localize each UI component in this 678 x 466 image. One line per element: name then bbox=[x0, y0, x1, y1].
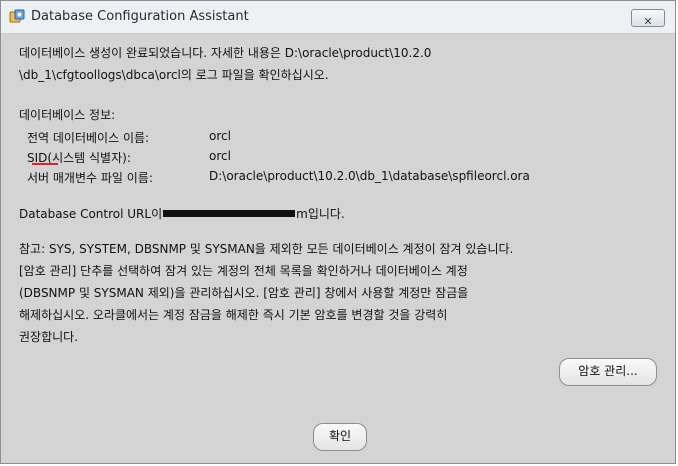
note-line-3: (DBSNMP 및 SYSMAN 제외)을 관리하십시오. [암호 관리] 창에… bbox=[19, 286, 469, 300]
param-file-label: 서버 매개변수 파일 이름: bbox=[27, 171, 153, 185]
note-line-5: 권장합니다. bbox=[19, 330, 79, 344]
note-line-4: 해제하십시오. 오라클에서는 계정 잠금을 해제한 즉시 기본 암호를 변경할 … bbox=[19, 308, 448, 322]
completion-message-line-2: \db_1\cfgtoollogs\dbca\orcl의 로그 파일을 확인하십… bbox=[19, 68, 329, 82]
note-line-2: [암호 관리] 단추를 선택하여 잠겨 있는 계정의 전체 목록을 확인하거나 … bbox=[19, 264, 468, 278]
sid-red-underline bbox=[32, 163, 58, 165]
global-db-name-label: 전역 데이터베이스 이름: bbox=[27, 131, 150, 145]
close-button[interactable]: ✕ bbox=[631, 9, 665, 28]
ok-button[interactable]: 확인 bbox=[313, 423, 367, 451]
dbca-app-icon bbox=[9, 9, 25, 23]
close-icon: ✕ bbox=[643, 15, 653, 28]
control-url-prefix: Database Control URL이 bbox=[19, 207, 163, 221]
sid-value: orcl bbox=[209, 149, 231, 163]
redacted-url bbox=[163, 210, 296, 217]
password-management-button[interactable]: 암호 관리... bbox=[559, 358, 657, 386]
title-bar[interactable]: Database Configuration Assistant ✕ bbox=[1, 1, 675, 34]
dbca-dialog: Database Configuration Assistant ✕ 데이터베이… bbox=[0, 0, 676, 464]
control-url-suffix: m입니다. bbox=[296, 207, 345, 221]
global-db-name-value: orcl bbox=[209, 129, 231, 143]
completion-message-line-1: 데이터베이스 생성이 완료되었습니다. 자세한 내용은 D:\oracle\pr… bbox=[19, 46, 432, 60]
control-url-line: Database Control URL이 m입니다. bbox=[19, 205, 345, 222]
window-title: Database Configuration Assistant bbox=[31, 9, 249, 24]
param-file-value: D:\oracle\product\10.2.0\db_1\database\s… bbox=[209, 169, 530, 183]
db-info-heading: 데이터베이스 정보: bbox=[19, 108, 116, 122]
note-line-1: 참고: SYS, SYSTEM, DBSNMP 및 SYSMAN을 제외한 모든… bbox=[19, 242, 514, 256]
